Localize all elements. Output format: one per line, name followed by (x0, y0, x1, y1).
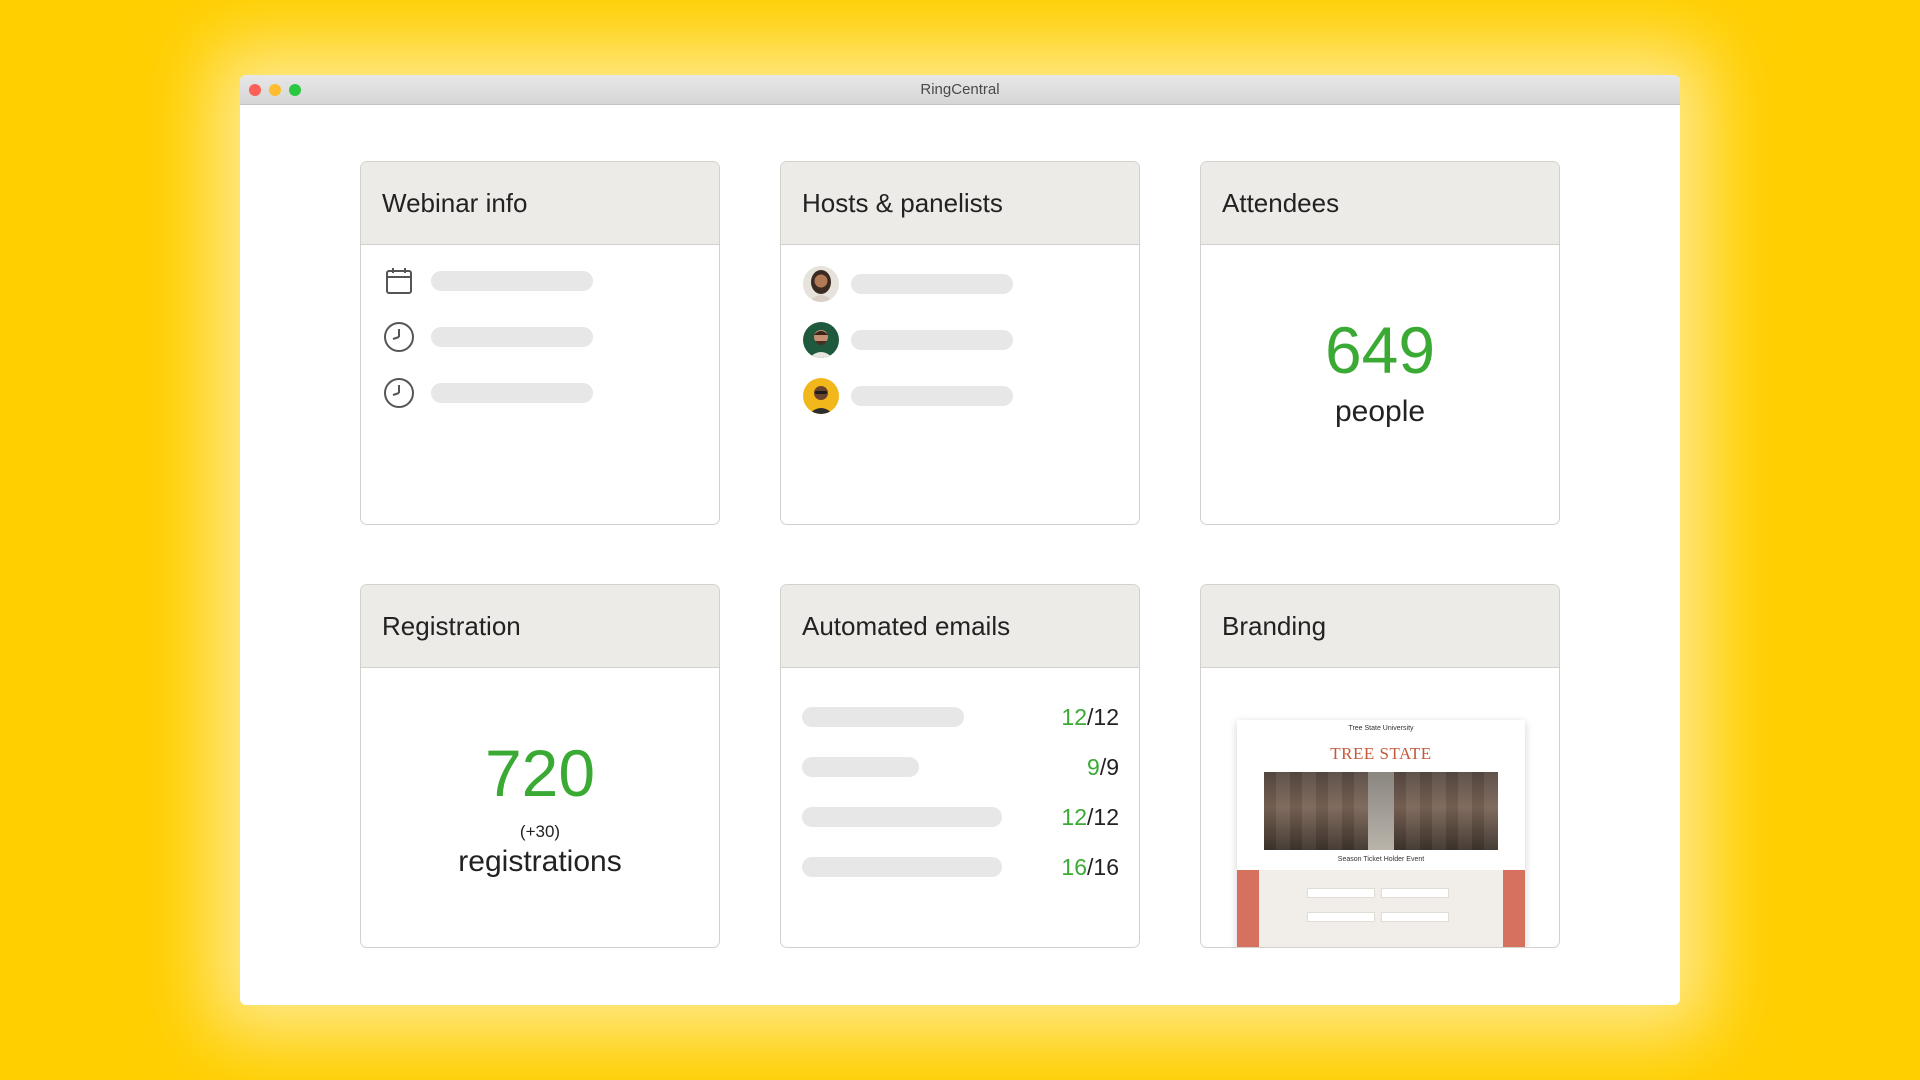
registration-unit: registrations (458, 845, 622, 878)
panelist-name-placeholder (851, 386, 1013, 406)
email-sent-count: 9/9 (1087, 754, 1119, 780)
automated-emails-card[interactable]: Automated emails 12/12 9/9 12/12 16/16 (780, 584, 1140, 948)
email-row: 9/9 (802, 752, 1119, 782)
card-title: Automated emails (781, 585, 1139, 668)
preview-form-area (1237, 870, 1525, 947)
clock-icon (383, 377, 415, 409)
email-sent-count: 16/16 (1061, 854, 1119, 880)
card-title: Webinar info (361, 162, 719, 245)
close-window-button[interactable] (249, 84, 261, 96)
panelist-name-placeholder (851, 330, 1013, 350)
email-name-placeholder (802, 807, 1002, 827)
email-row: 16/16 (802, 852, 1119, 882)
card-title: Registration (361, 585, 719, 668)
registration-count: 720 (484, 736, 596, 810)
preview-form-field (1307, 888, 1375, 898)
registration-card[interactable]: Registration 720 (+30) registrations (360, 584, 720, 948)
preview-university-name: Tree State University (1348, 725, 1414, 732)
preview-form-field (1307, 912, 1375, 922)
email-name-placeholder (802, 757, 919, 777)
registration-delta: (+30) (519, 822, 561, 841)
preview-event-title: Season Ticket Holder Event (1337, 856, 1425, 863)
card-title: Branding (1201, 585, 1559, 668)
window-titlebar: RingCentral (240, 75, 1680, 105)
zoom-window-button[interactable] (289, 84, 301, 96)
branding-card[interactable]: Branding Tree State University TREE STAT… (1200, 584, 1560, 948)
preview-logo: TREE STATE (1330, 744, 1432, 763)
attendee-count: 649 (1324, 313, 1436, 387)
host-name-placeholder (851, 274, 1013, 294)
card-title: Hosts & panelists (781, 162, 1139, 245)
window-title: RingCentral (920, 81, 1000, 98)
calendar-icon (383, 265, 415, 297)
webinar-info-card[interactable]: Webinar info (360, 161, 720, 525)
avatar (803, 378, 839, 414)
card-title: Attendees (1201, 162, 1559, 245)
attendees-card[interactable]: Attendees 649 people (1200, 161, 1560, 525)
duration-placeholder (431, 383, 593, 403)
email-sent-count: 12/12 (1061, 704, 1119, 730)
preview-form-field (1381, 888, 1449, 898)
email-name-placeholder (802, 857, 1002, 877)
email-name-placeholder (802, 707, 964, 727)
preview-hero-image (1264, 772, 1498, 850)
avatar (803, 266, 839, 302)
email-row: 12/12 (802, 702, 1119, 732)
preview-form-field (1381, 912, 1449, 922)
email-row: 12/12 (802, 802, 1119, 832)
date-placeholder (431, 271, 593, 291)
branding-preview[interactable]: Tree State University TREE STATE Season … (1237, 720, 1525, 947)
email-sent-count: 12/12 (1061, 804, 1119, 830)
start-time-placeholder (431, 327, 593, 347)
hosts-panelists-card[interactable]: Hosts & panelists (780, 161, 1140, 525)
avatar (803, 322, 839, 358)
app-window: RingCentral Webinar info Hosts & panelis… (240, 75, 1680, 1005)
clock-icon (383, 321, 415, 353)
attendee-unit: people (1334, 395, 1426, 428)
minimize-window-button[interactable] (269, 84, 281, 96)
